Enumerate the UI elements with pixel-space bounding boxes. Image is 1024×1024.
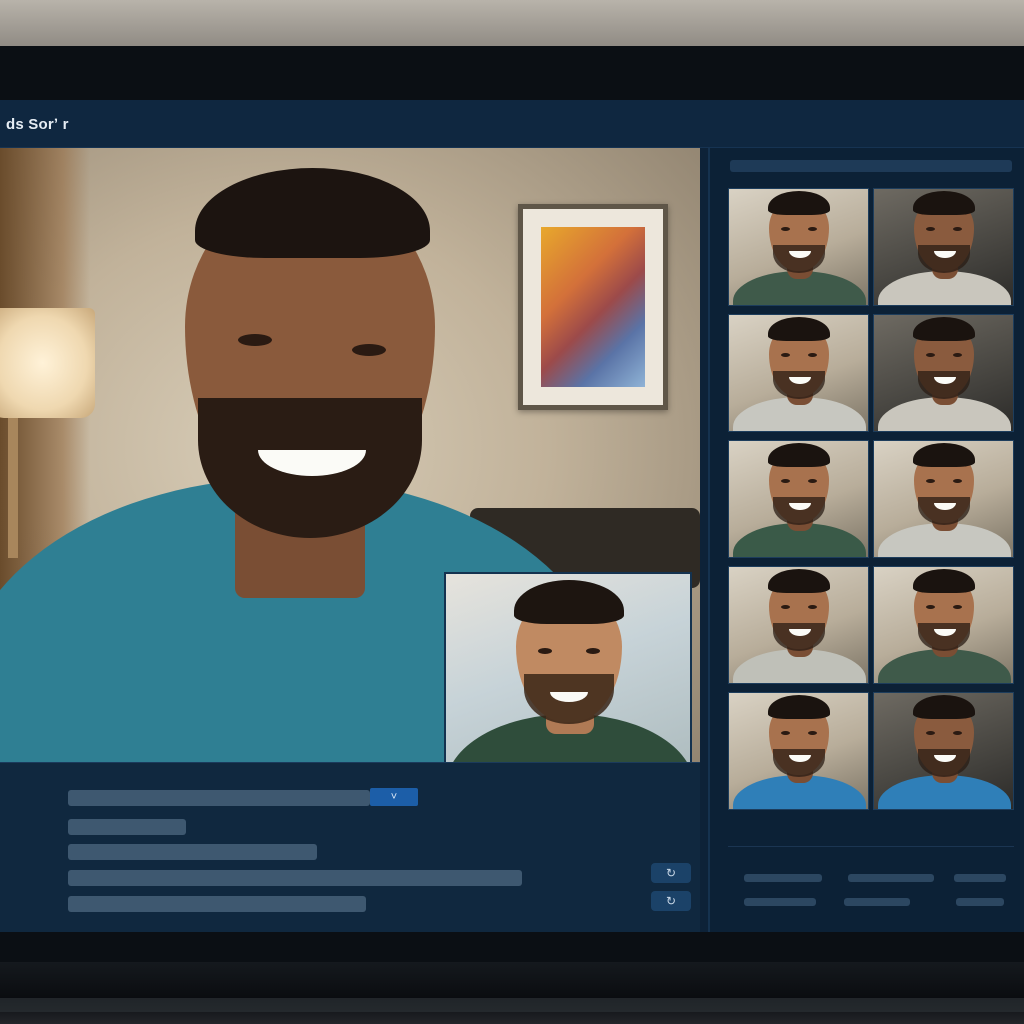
participant-beard [918, 245, 970, 273]
footer-item-5[interactable] [844, 898, 910, 906]
participant-avatar [729, 315, 868, 431]
participant-eye-right [953, 353, 962, 357]
participant-hair [913, 443, 975, 467]
participant-tile[interactable] [873, 314, 1014, 432]
settings-field-2[interactable] [68, 844, 317, 860]
participant-hair [768, 191, 830, 215]
participant-hair [768, 569, 830, 593]
participant-tile[interactable] [873, 566, 1014, 684]
participant-tile[interactable] [873, 692, 1014, 810]
self-hair [514, 580, 624, 624]
participant-beard [773, 371, 825, 399]
participant-tile[interactable] [728, 692, 869, 810]
participant-avatar [874, 441, 1013, 557]
footer-item-4[interactable] [744, 898, 816, 906]
participant-beard [773, 245, 825, 273]
device-select[interactable] [68, 790, 370, 806]
participant-tile[interactable] [728, 314, 869, 432]
participants-panel [708, 148, 1024, 932]
participant-hair [768, 443, 830, 467]
participant-eye-right [953, 227, 962, 231]
background-wall [0, 0, 1024, 48]
refresh-icon[interactable]: ↻ [651, 891, 691, 911]
participant-hair [768, 695, 830, 719]
monitor-bottom-strip [0, 998, 1024, 1012]
participant-beard [918, 371, 970, 399]
participant-hair [768, 317, 830, 341]
participant-avatar [729, 189, 868, 305]
rotate-icon[interactable]: ↻ [651, 863, 691, 883]
participant-eye-right [808, 353, 817, 357]
speaker-eye-right [352, 344, 386, 356]
participant-avatar [729, 693, 868, 809]
app-window: ds Sorʼ r ˅ ↻ ↻ [0, 100, 1024, 932]
participant-hair [913, 317, 975, 341]
footer-item-6[interactable] [956, 898, 1004, 906]
footer-item-3[interactable] [954, 874, 1006, 882]
participant-avatar [729, 441, 868, 557]
participant-hair [913, 569, 975, 593]
settings-field-1[interactable] [68, 819, 186, 835]
participants-header [730, 160, 1012, 172]
participant-tile[interactable] [728, 566, 869, 684]
speaker-eye-left [238, 334, 272, 346]
participant-avatar [874, 567, 1013, 683]
participant-eye-left [926, 479, 935, 483]
participant-beard [773, 749, 825, 777]
monitor-stand-bar [0, 962, 1024, 1024]
participant-eye-left [926, 227, 935, 231]
participant-eye-right [808, 605, 817, 609]
title-bar: ds Sorʼ r [0, 100, 1024, 148]
participant-grid [728, 188, 1014, 814]
self-eye-left [538, 648, 552, 654]
participant-tile[interactable] [728, 188, 869, 306]
participant-beard [773, 497, 825, 525]
participant-eye-right [953, 479, 962, 483]
participant-eye-right [953, 731, 962, 735]
participant-beard [918, 623, 970, 651]
participant-beard [773, 623, 825, 651]
participant-eye-left [781, 731, 790, 735]
participant-eye-left [781, 479, 790, 483]
participant-hair [913, 695, 975, 719]
participant-eye-right [808, 479, 817, 483]
chevron-down-icon[interactable]: ˅ [370, 788, 418, 806]
participant-tile[interactable] [728, 440, 869, 558]
participant-tile[interactable] [873, 440, 1014, 558]
participant-tile[interactable] [873, 188, 1014, 306]
participant-eye-right [808, 731, 817, 735]
participant-beard [918, 749, 970, 777]
footer-item-1[interactable] [744, 874, 822, 882]
participant-eye-left [781, 353, 790, 357]
settings-panel: ˅ ↻ ↻ [0, 762, 700, 932]
participant-eye-left [926, 731, 935, 735]
footer-item-2[interactable] [848, 874, 934, 882]
settings-field-4[interactable] [68, 896, 366, 912]
participant-beard [918, 497, 970, 525]
participant-avatar [729, 567, 868, 683]
participant-hair [913, 191, 975, 215]
participant-eye-left [926, 605, 935, 609]
participant-avatar [874, 315, 1013, 431]
participant-eye-right [953, 605, 962, 609]
participant-eye-left [781, 227, 790, 231]
participant-avatar [874, 189, 1013, 305]
self-eye-right [586, 648, 600, 654]
panel-divider [728, 846, 1014, 847]
app-title: ds Sorʼ r [6, 116, 69, 133]
settings-field-3[interactable] [68, 870, 522, 886]
participant-avatar [874, 693, 1013, 809]
participant-eye-right [808, 227, 817, 231]
participant-eye-left [926, 353, 935, 357]
speaker-hair [195, 168, 430, 258]
participant-eye-left [781, 605, 790, 609]
